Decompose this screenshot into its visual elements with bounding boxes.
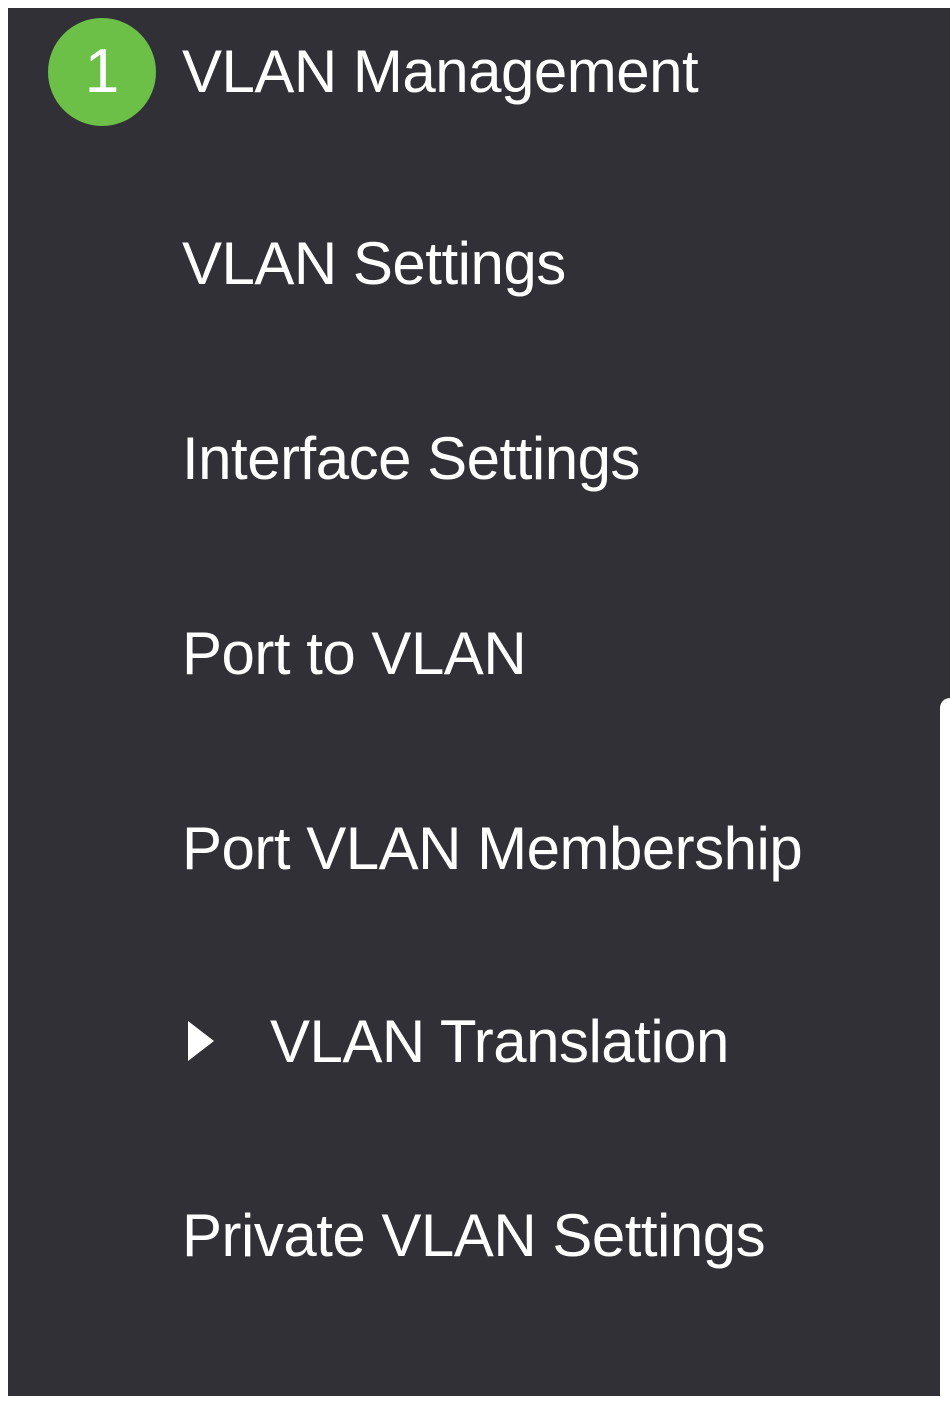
- sidebar-item-private-vlan-settings[interactable]: Private VLAN Settings: [182, 1185, 766, 1285]
- sidebar-item-label: VLAN Translation: [270, 1007, 729, 1075]
- sidebar-item-vlan-management[interactable]: VLAN Management: [182, 21, 699, 121]
- sidebar-item-port-vlan-membership[interactable]: Port VLAN Membership: [182, 798, 803, 898]
- sidebar-menu: 1 VLAN Management VLAN Settings Interfac…: [8, 8, 950, 1404]
- sidebar-item-label: Private VLAN Settings: [182, 1201, 766, 1269]
- sidebar-item-vlan-translation[interactable]: VLAN Translation: [182, 991, 729, 1091]
- sidebar-item-label: Port VLAN Membership: [182, 814, 803, 882]
- sidebar-item-label: Interface Settings: [182, 424, 640, 492]
- sidebar-item-label: VLAN Management: [182, 37, 699, 105]
- sidebar-item-label: Port to VLAN: [182, 619, 527, 687]
- sidebar-item-interface-settings[interactable]: Interface Settings: [182, 408, 640, 508]
- sidebar-item-port-to-vlan[interactable]: Port to VLAN: [182, 603, 527, 703]
- sidebar-item-label: VLAN Settings: [182, 229, 566, 297]
- content-pane-edge: [940, 698, 950, 1404]
- sidebar-item-vlan-settings[interactable]: VLAN Settings: [182, 213, 566, 313]
- caret-right-icon[interactable]: [188, 1021, 214, 1061]
- step-number-badge: 1: [48, 18, 156, 126]
